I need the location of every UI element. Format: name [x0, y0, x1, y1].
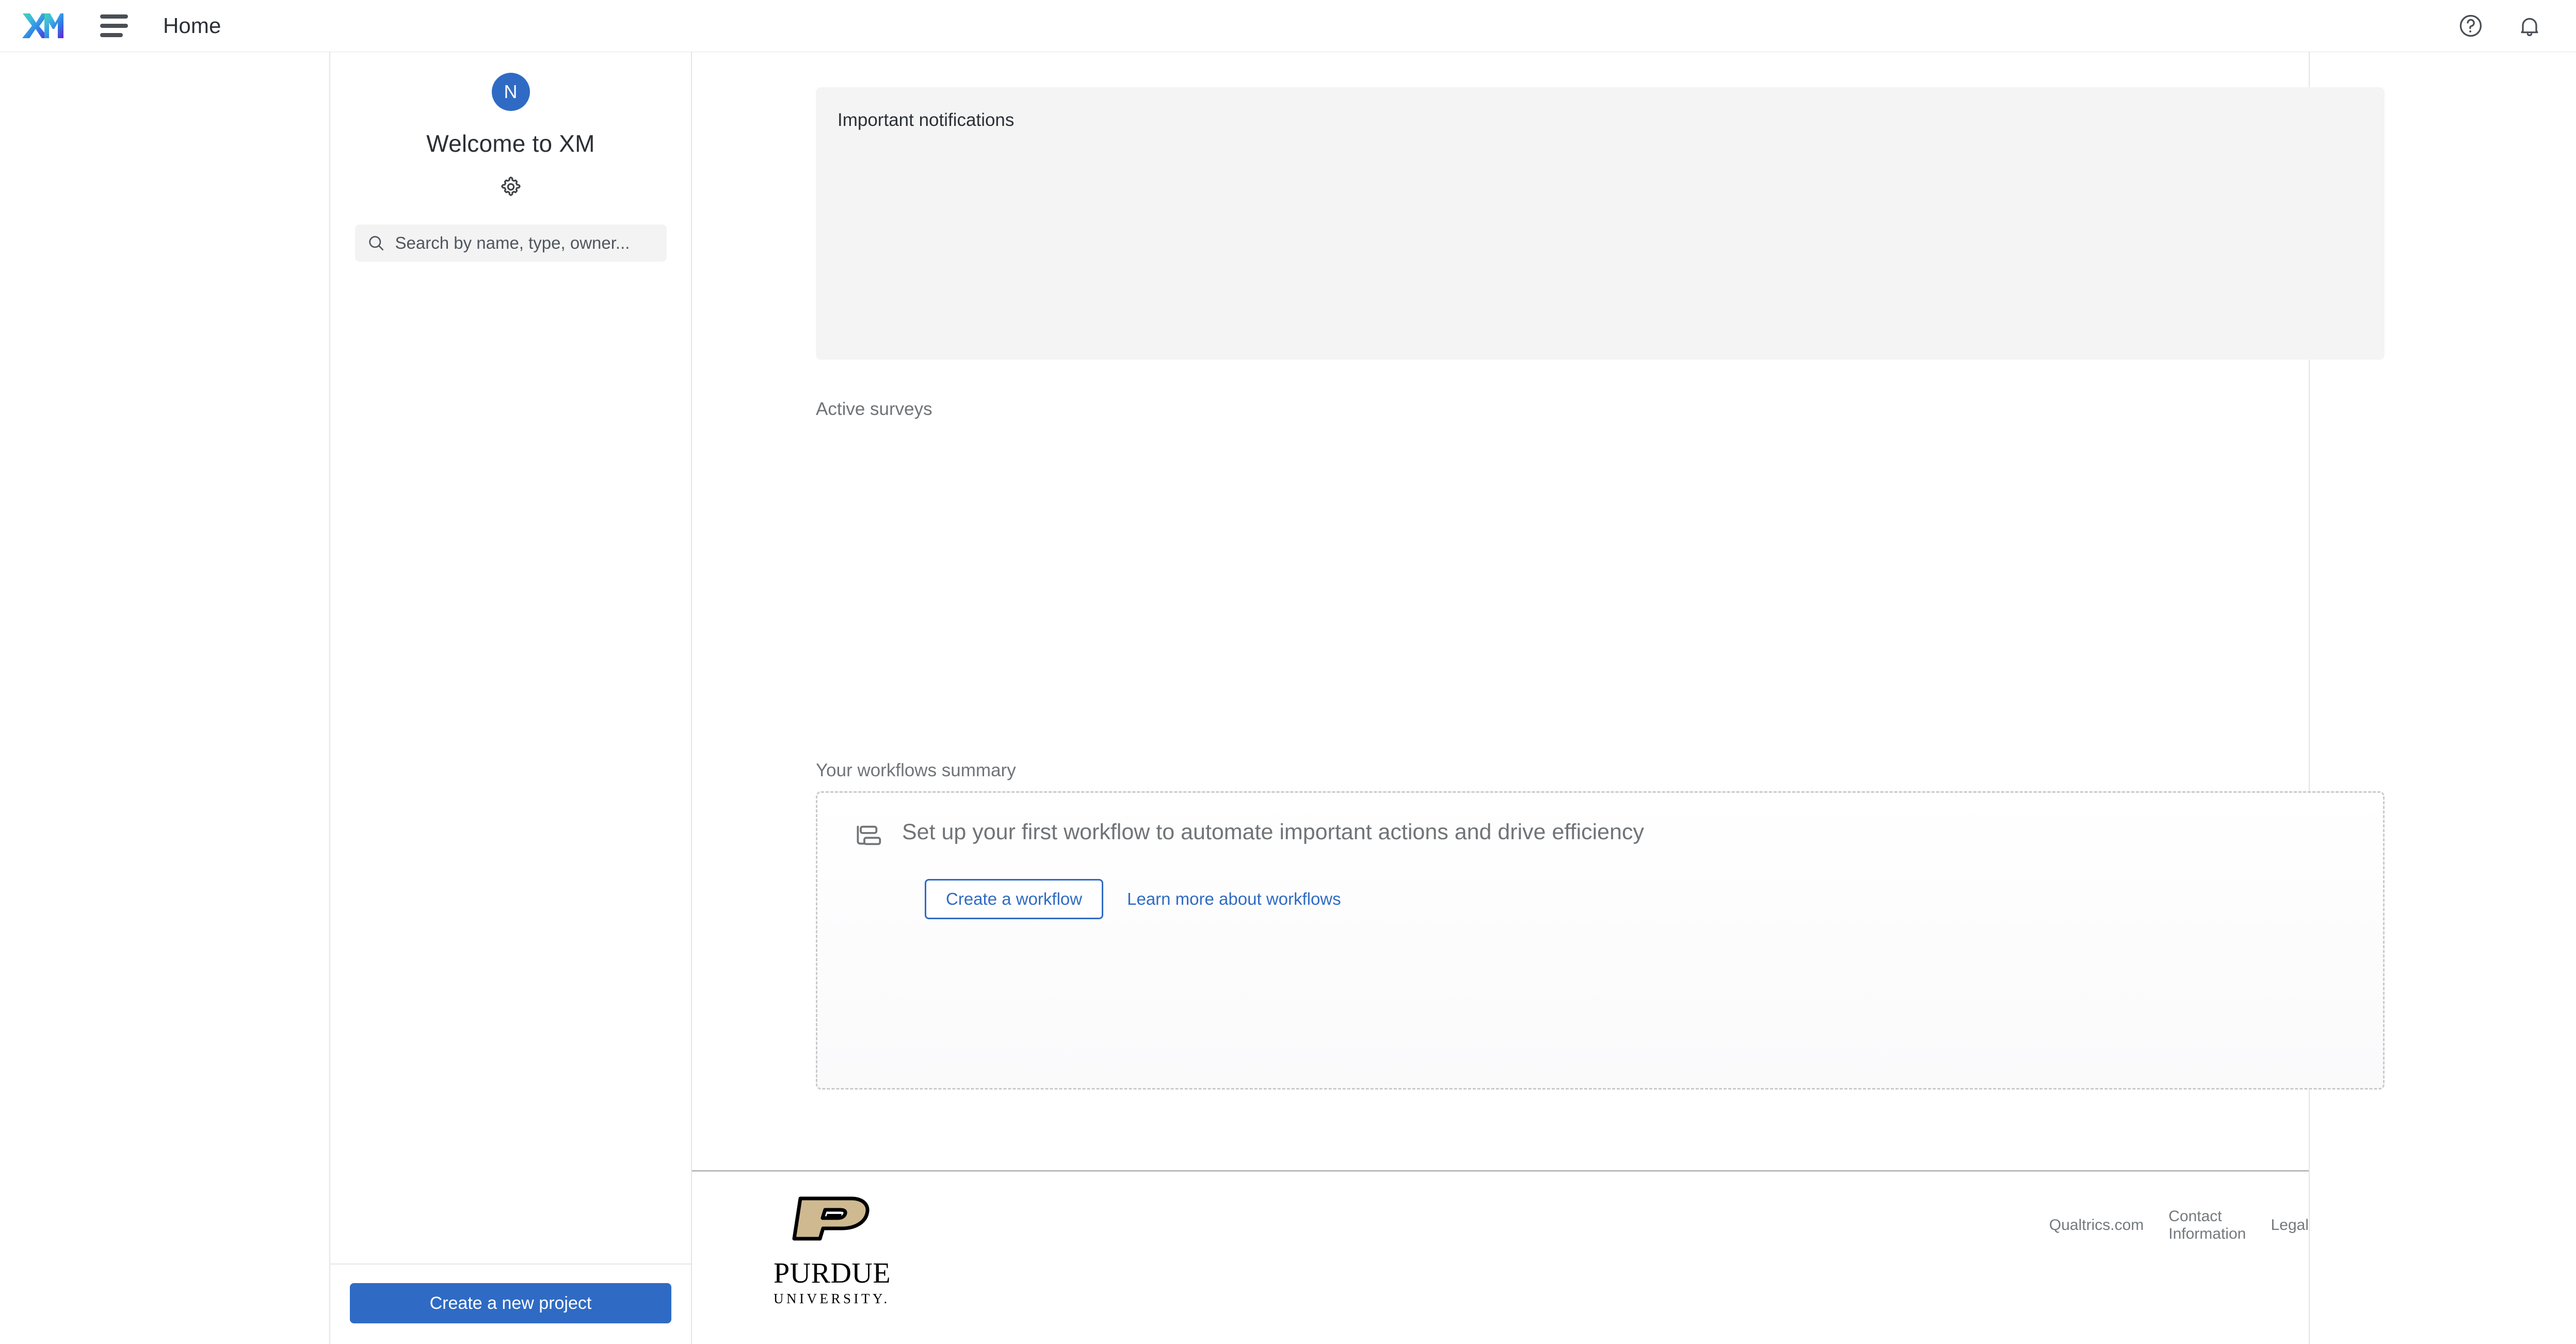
- bell-icon[interactable]: [2515, 11, 2544, 40]
- search-input-wrapper[interactable]: [355, 225, 667, 262]
- create-new-project-button[interactable]: Create a new project: [350, 1283, 671, 1323]
- sidebar-header: N Welcome to XM: [330, 52, 691, 262]
- app-shell: N Welcome to XM Create a new project: [329, 52, 2310, 1344]
- avatar[interactable]: N: [492, 73, 530, 111]
- gear-icon[interactable]: [496, 172, 526, 202]
- main-content: Important notifications Active surveys Y…: [692, 52, 2309, 1344]
- workflows-summary-label: Your workflows summary: [816, 760, 2231, 781]
- purdue-motion-p-logo: [774, 1194, 884, 1256]
- top-nav-actions: [2456, 11, 2576, 40]
- sidebar: N Welcome to XM Create a new project: [330, 52, 692, 1344]
- important-notifications-panel: Important notifications: [816, 87, 2385, 360]
- sidebar-footer: Create a new project: [330, 1265, 691, 1344]
- footer-links: Qualtrics.com Contact Information Legal: [2049, 1208, 2309, 1243]
- top-navigation-bar: Home: [0, 0, 2576, 52]
- workflow-icon: [854, 822, 882, 853]
- main-body: Important notifications Active surveys Y…: [692, 52, 2309, 1170]
- purdue-subname: UNIVERSITY.: [774, 1292, 884, 1306]
- sidebar-project-list: [330, 262, 691, 1263]
- create-workflow-button[interactable]: Create a workflow: [925, 879, 1103, 919]
- help-circle-icon[interactable]: [2456, 11, 2485, 40]
- search-input[interactable]: [395, 233, 655, 253]
- workflows-empty-state: Set up your first workflow to automate i…: [816, 791, 2385, 1090]
- xm-logo[interactable]: [22, 11, 64, 40]
- workflows-empty-headline: Set up your first workflow to automate i…: [902, 820, 1644, 845]
- hamburger-menu-icon[interactable]: [97, 9, 131, 43]
- footer-link-contact-information[interactable]: Contact Information: [2168, 1208, 2246, 1243]
- welcome-heading: Welcome to XM: [426, 130, 594, 157]
- search-icon: [366, 233, 386, 253]
- purdue-name: PURDUE: [774, 1259, 884, 1288]
- footer-link-legal[interactable]: Legal: [2271, 1217, 2309, 1234]
- notifications-title: Important notifications: [838, 110, 2363, 131]
- active-surveys-label: Active surveys: [816, 399, 2231, 420]
- avatar-initial: N: [504, 83, 518, 101]
- page-footer: PURDUE UNIVERSITY. Qualtrics.com Contact…: [692, 1170, 2309, 1344]
- purdue-wordmark: PURDUE UNIVERSITY.: [774, 1259, 884, 1306]
- workflows-empty-headrow: Set up your first workflow to automate i…: [854, 820, 2347, 853]
- footer-link-qualtrics[interactable]: Qualtrics.com: [2049, 1217, 2144, 1234]
- active-surveys-list: [816, 420, 2231, 740]
- learn-more-workflows-link[interactable]: Learn more about workflows: [1116, 889, 1353, 909]
- purdue-brand: PURDUE UNIVERSITY.: [774, 1194, 884, 1306]
- page-title: Home: [163, 13, 221, 38]
- workflows-empty-actions: Create a workflow Learn more about workf…: [854, 879, 2347, 919]
